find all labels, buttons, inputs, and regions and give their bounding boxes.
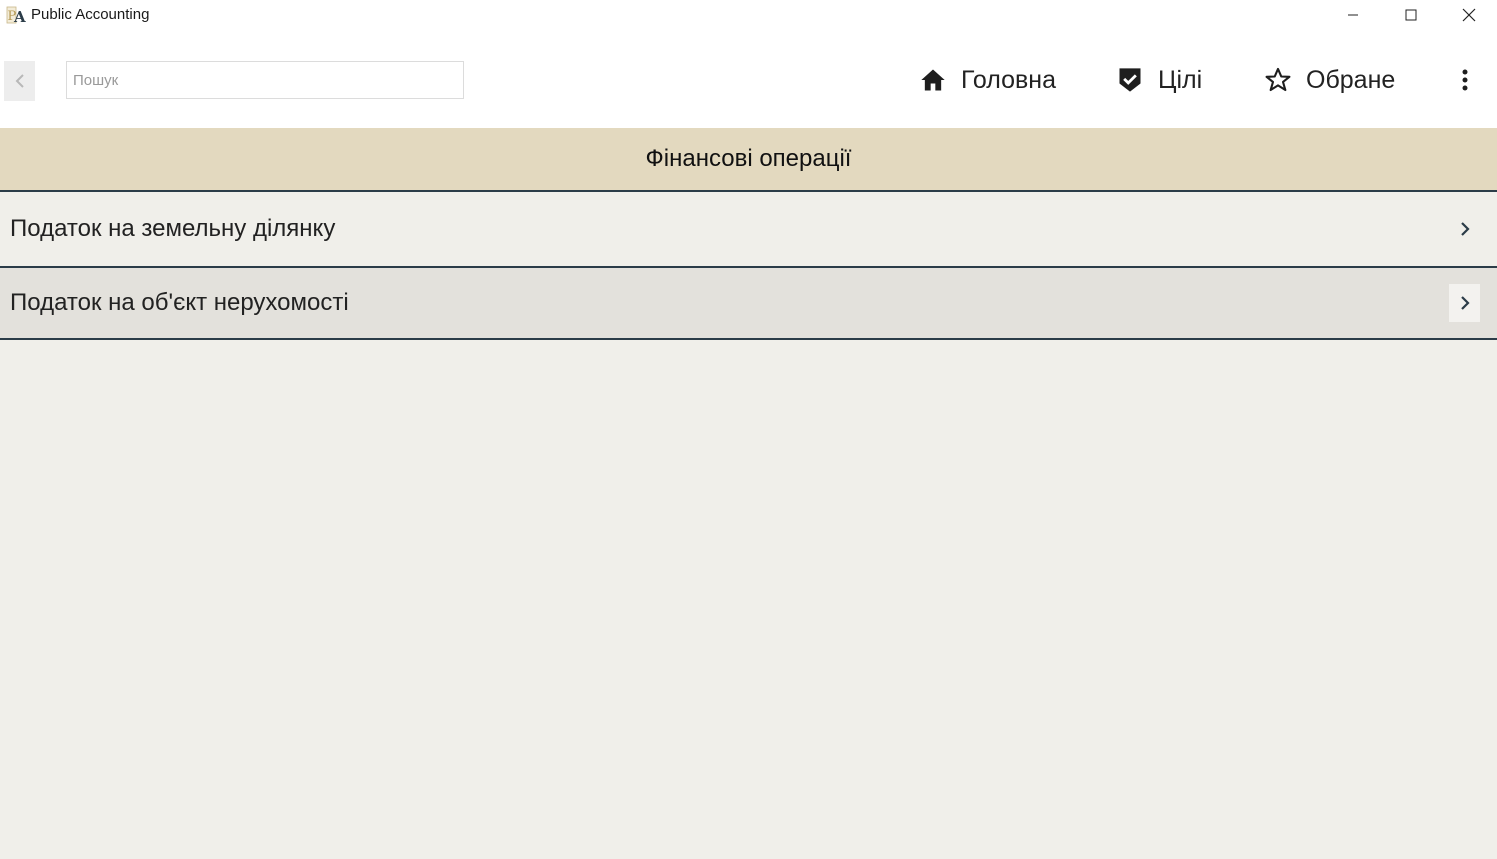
star-outline-icon bbox=[1264, 66, 1292, 94]
minimize-button[interactable] bbox=[1330, 0, 1376, 30]
chevron-left-icon bbox=[15, 74, 24, 88]
section-header: Фінансові операції bbox=[0, 128, 1497, 192]
nav-favorites[interactable]: Обране bbox=[1264, 64, 1395, 96]
chevron-right-icon bbox=[1449, 210, 1480, 248]
chevron-right-icon bbox=[1449, 284, 1480, 322]
toolbar: Головна Цілі Обране bbox=[0, 30, 1497, 128]
home-icon bbox=[919, 66, 947, 94]
maximize-icon bbox=[1405, 9, 1417, 21]
search-input[interactable] bbox=[66, 61, 464, 99]
list-item-label: Податок на земельну ділянку bbox=[10, 215, 336, 242]
list-item[interactable]: Податок на об'єкт нерухомості bbox=[0, 268, 1497, 340]
minimize-icon bbox=[1348, 14, 1358, 16]
app-window: P A Public Accounting Пошук Головна Цілі… bbox=[0, 0, 1497, 859]
nav-home-label: Головна bbox=[961, 65, 1056, 94]
list-item[interactable]: Податок на земельну ділянку bbox=[0, 192, 1497, 268]
more-options-button[interactable] bbox=[1452, 64, 1478, 96]
nav-goals-label: Цілі bbox=[1158, 65, 1203, 94]
nav-home[interactable]: Головна bbox=[919, 64, 1056, 96]
app-logo-icon: P A bbox=[6, 6, 26, 25]
list-item-label: Податок на об'єкт нерухомості bbox=[10, 289, 349, 316]
nav-goals[interactable]: Цілі bbox=[1116, 64, 1202, 96]
shield-check-icon bbox=[1116, 66, 1144, 94]
window-title: Public Accounting bbox=[31, 6, 150, 23]
close-icon bbox=[1462, 8, 1476, 22]
svg-text:A: A bbox=[13, 8, 26, 25]
maximize-button[interactable] bbox=[1388, 0, 1434, 30]
more-vertical-icon bbox=[1462, 69, 1468, 91]
page-title: Фінансові операції bbox=[645, 145, 852, 172]
back-button[interactable] bbox=[4, 61, 35, 101]
title-bar: P A Public Accounting bbox=[0, 0, 1497, 30]
close-button[interactable] bbox=[1446, 0, 1492, 30]
nav-favorites-label: Обране bbox=[1306, 65, 1396, 94]
